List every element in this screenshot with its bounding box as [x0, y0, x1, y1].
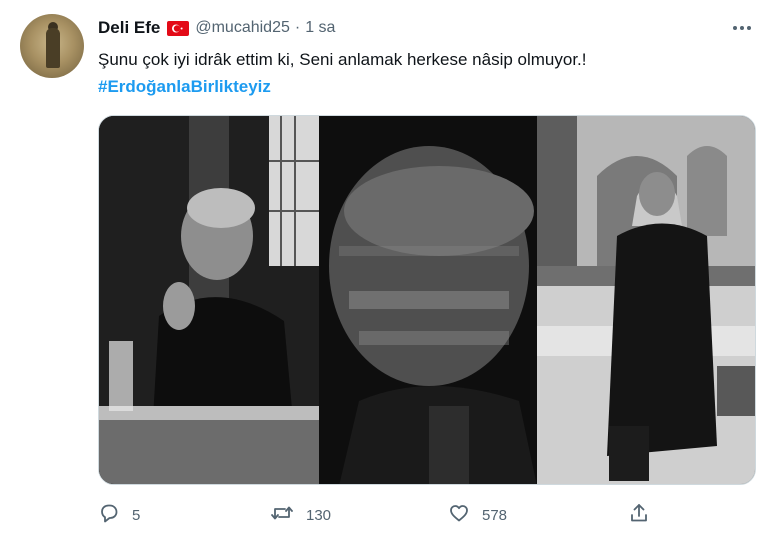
user-handle[interactable]: @mucahid25 — [195, 19, 290, 37]
like-button[interactable]: 578 — [448, 500, 507, 530]
more-icon[interactable] — [730, 18, 754, 38]
timestamp[interactable]: 1 sa — [305, 19, 335, 37]
share-button[interactable] — [628, 500, 650, 530]
reply-count: 5 — [132, 506, 141, 524]
photo-left — [99, 116, 319, 484]
avatar[interactable] — [20, 14, 84, 78]
tweet-card[interactable]: Deli Efe @mucahid25 · 1 sa Şunu çok iyi … — [0, 0, 770, 536]
like-count: 578 — [482, 506, 508, 524]
photo-right — [537, 116, 755, 484]
flag-icon — [167, 20, 190, 36]
like-icon — [448, 502, 470, 529]
separator-dot: · — [294, 19, 301, 36]
retweet-icon — [270, 502, 294, 529]
reply-button[interactable]: 5 — [98, 500, 140, 530]
retweet-button[interactable]: 130 — [270, 500, 331, 530]
hashtag-link[interactable]: #ErdoğanlaBirlikteyiz — [98, 75, 271, 99]
action-bar: 5 130 578 — [0, 500, 770, 530]
display-name[interactable]: Deli Efe — [98, 18, 160, 38]
share-icon — [628, 502, 650, 529]
avatar-figure-body — [46, 28, 60, 68]
tweet-header: Deli Efe @mucahid25 · 1 sa — [98, 16, 335, 40]
media-image[interactable] — [98, 115, 756, 485]
tweet-text: Şunu çok iyi idrâk ettim ki, Seni anlama… — [98, 50, 587, 69]
photo-center — [319, 116, 537, 484]
reply-icon — [98, 502, 120, 529]
retweet-count: 130 — [306, 506, 332, 524]
